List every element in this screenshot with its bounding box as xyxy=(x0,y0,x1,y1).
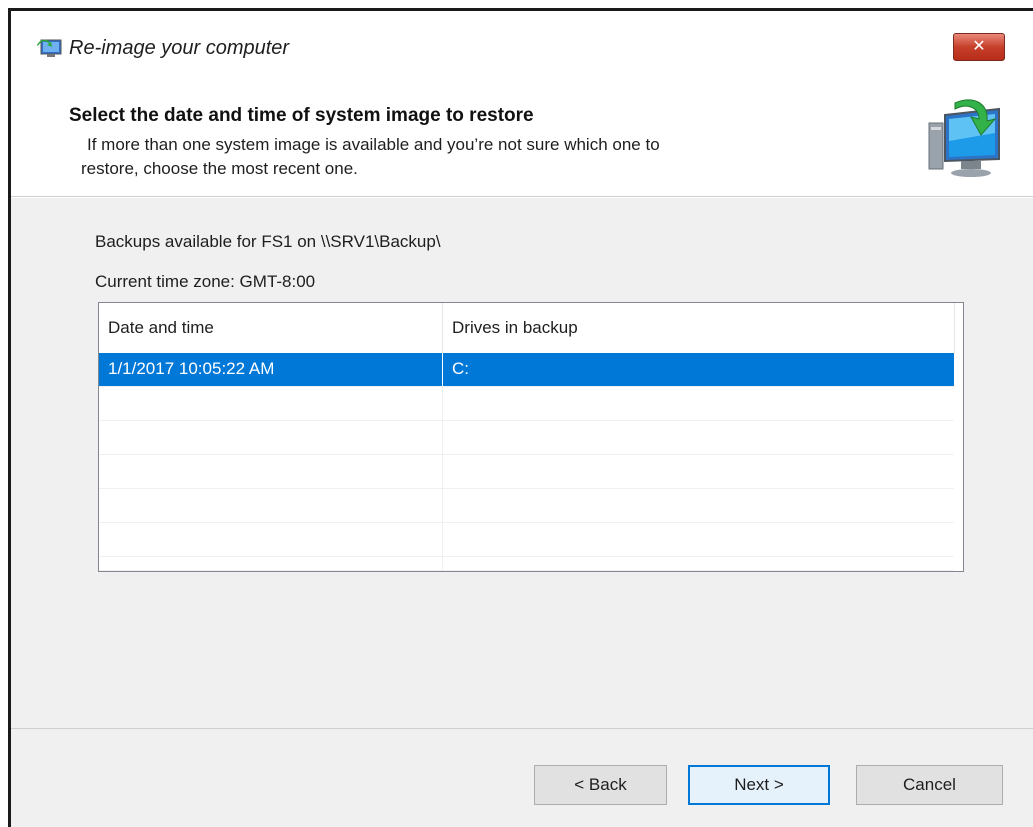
empty-cell xyxy=(442,557,954,571)
empty-row xyxy=(99,489,954,523)
table-row[interactable]: 1/1/2017 10:05:22 AM C: xyxy=(99,353,954,387)
empty-row xyxy=(99,557,954,571)
back-button[interactable]: < Back xyxy=(534,765,667,805)
empty-cell xyxy=(99,387,442,421)
empty-cell xyxy=(99,455,442,489)
empty-row xyxy=(99,455,954,489)
description-line-1: If more than one system image is availab… xyxy=(87,135,660,154)
row-drives-cell: C: xyxy=(442,353,954,387)
empty-row xyxy=(99,387,954,421)
computer-restore-icon xyxy=(928,99,1000,177)
wizard-footer: < Back Next > Cancel xyxy=(11,728,1033,827)
next-button[interactable]: Next > xyxy=(688,765,830,805)
empty-cell xyxy=(99,523,442,557)
reimage-dialog: Re-image your computer ✕ Select the date… xyxy=(8,8,1033,827)
window-title: Re-image your computer xyxy=(69,37,290,59)
backups-location-label: Backups available for FS1 on \\SRV1\Back… xyxy=(95,232,441,251)
empty-cell xyxy=(442,387,954,421)
empty-cell xyxy=(99,421,442,455)
empty-cell xyxy=(99,489,442,523)
close-button[interactable]: ✕ xyxy=(953,33,1005,61)
description-line-2: restore, choose the most recent one. xyxy=(81,159,358,178)
close-icon: ✕ xyxy=(972,38,986,55)
title-bar: Re-image your computer ✕ xyxy=(11,11,1033,89)
wizard-header: Select the date and time of system image… xyxy=(11,89,1033,197)
empty-row xyxy=(99,421,954,455)
empty-cell xyxy=(442,489,954,523)
list-header: Date and time Drives in backup xyxy=(99,303,963,353)
column-header-drives[interactable]: Drives in backup xyxy=(442,303,954,353)
backups-list[interactable]: Date and time Drives in backup 1/1/2017 … xyxy=(98,302,964,572)
empty-cell xyxy=(442,455,954,489)
row-date-cell: 1/1/2017 10:05:22 AM xyxy=(108,359,275,378)
empty-cell xyxy=(442,523,954,557)
empty-row xyxy=(99,523,954,557)
column-header-filler xyxy=(954,303,964,353)
cancel-button[interactable]: Cancel xyxy=(856,765,1003,805)
restore-app-icon xyxy=(37,39,62,57)
empty-cell xyxy=(442,421,954,455)
timezone-label: Current time zone: GMT-8:00 xyxy=(95,272,316,291)
wizard-body: Backups available for FS1 on \\SRV1\Back… xyxy=(11,198,1033,728)
empty-cell xyxy=(99,557,442,571)
column-header-date[interactable]: Date and time xyxy=(99,303,442,353)
page-description: If more than one system image is availab… xyxy=(81,133,907,181)
page-title: Select the date and time of system image… xyxy=(69,105,534,126)
